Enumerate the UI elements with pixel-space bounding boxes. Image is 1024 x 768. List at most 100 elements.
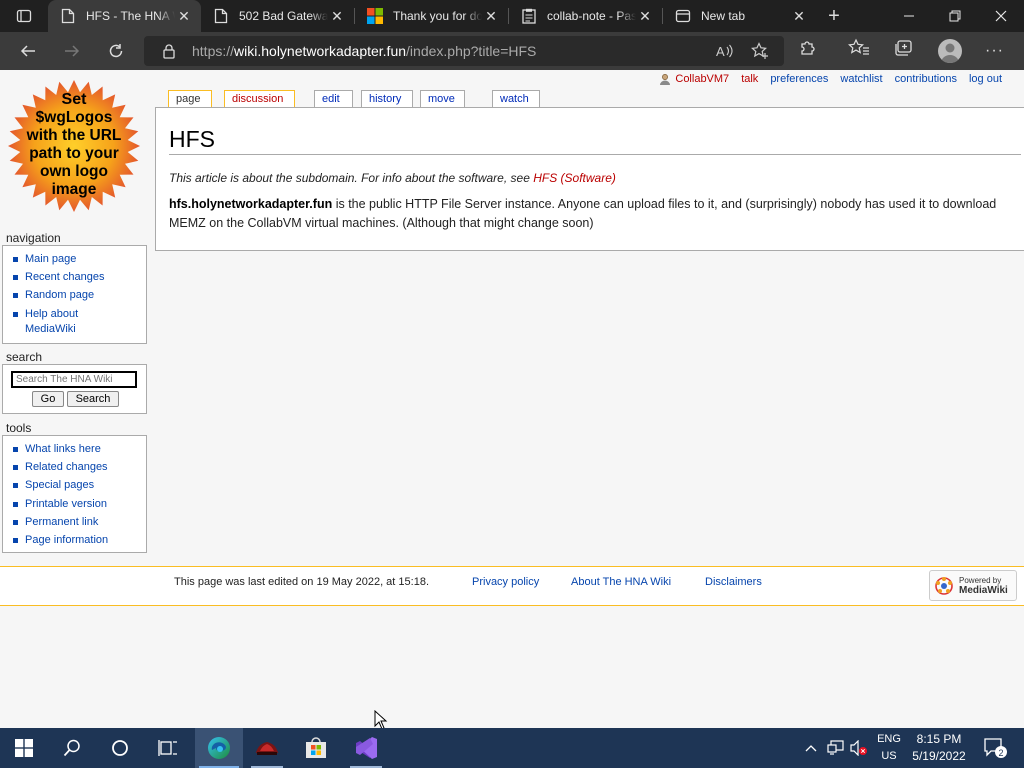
logo-line: image bbox=[52, 181, 97, 198]
contributions-link[interactable]: contributions bbox=[895, 73, 957, 85]
tool-page-information[interactable]: Page information bbox=[3, 531, 146, 549]
browser-tab-active[interactable]: HFS - The HNA Wiki ✕ bbox=[48, 0, 201, 32]
tab-history[interactable]: history bbox=[361, 90, 413, 107]
navigation-heading: navigation bbox=[6, 231, 61, 245]
add-favorite-icon[interactable] bbox=[751, 42, 769, 60]
article-paragraph: hfs.holynetworkadapter.fun is the public… bbox=[169, 195, 1019, 233]
network-tray-button[interactable] bbox=[824, 728, 848, 768]
new-tab-page-icon bbox=[675, 8, 691, 24]
search-taskbar-button[interactable] bbox=[48, 728, 96, 768]
close-tab-icon[interactable]: ✕ bbox=[328, 8, 346, 25]
network-icon bbox=[827, 740, 844, 755]
forward-button[interactable] bbox=[50, 32, 94, 70]
lock-icon[interactable] bbox=[162, 43, 176, 59]
plus-icon: + bbox=[828, 4, 840, 27]
logout-link[interactable]: log out bbox=[969, 73, 1002, 85]
cortana-icon bbox=[112, 740, 128, 756]
refresh-button[interactable] bbox=[94, 32, 138, 70]
nav-help-about-mediawiki[interactable]: Help about MediaWiki bbox=[3, 305, 146, 337]
privacy-policy-link[interactable]: Privacy policy bbox=[472, 576, 539, 588]
tool-permanent-link[interactable]: Permanent link bbox=[3, 513, 146, 531]
nav-help-line1: Help about bbox=[25, 307, 79, 320]
close-tab-icon[interactable]: ✕ bbox=[175, 8, 193, 25]
favorites-button[interactable] bbox=[848, 38, 870, 63]
tool-related-changes[interactable]: Related changes bbox=[3, 458, 146, 476]
back-button[interactable] bbox=[6, 32, 50, 70]
app-taskbar-button[interactable] bbox=[243, 728, 291, 768]
restore-button[interactable] bbox=[932, 0, 978, 32]
go-button[interactable]: Go bbox=[32, 391, 64, 407]
notifications-icon: 2 bbox=[984, 738, 1007, 758]
search-input[interactable] bbox=[11, 371, 137, 388]
start-button[interactable] bbox=[0, 728, 48, 768]
tab-watch[interactable]: watch bbox=[492, 90, 540, 107]
url-text: https://wiki.holynetworkadapter.fun/inde… bbox=[192, 43, 536, 59]
language-code: ENG bbox=[877, 733, 901, 745]
url-scheme: https:// bbox=[192, 43, 235, 59]
preferences-link[interactable]: preferences bbox=[770, 73, 828, 85]
close-icon bbox=[995, 10, 1007, 22]
address-bar[interactable]: https://wiki.holynetworkadapter.fun/inde… bbox=[144, 36, 784, 66]
browser-tab[interactable]: Thank you for downloading ✕ bbox=[355, 0, 508, 32]
search-portlet: Go Search bbox=[2, 364, 147, 414]
tab-discussion[interactable]: discussion bbox=[224, 90, 295, 107]
tool-what-links-here[interactable]: What links here bbox=[3, 440, 146, 458]
disclaimers-link[interactable]: Disclaimers bbox=[705, 576, 762, 588]
tab-edit[interactable]: edit bbox=[314, 90, 353, 107]
svg-text:A: A bbox=[716, 44, 725, 59]
settings-more-button[interactable]: ··· bbox=[985, 42, 1004, 60]
extensions-button[interactable] bbox=[798, 38, 818, 63]
nav-main-page[interactable]: Main page bbox=[3, 250, 146, 268]
show-hidden-icons-button[interactable] bbox=[802, 728, 820, 768]
browser-tab[interactable]: New tab ✕ bbox=[663, 0, 816, 32]
search-icon bbox=[63, 739, 80, 757]
new-tab-button[interactable]: + bbox=[816, 0, 852, 32]
clock-time: 8:15 PM bbox=[916, 732, 962, 746]
browser-tab[interactable]: 502 Bad Gateway ✕ bbox=[201, 0, 354, 32]
nav-help-line2: MediaWiki bbox=[25, 322, 76, 335]
user-page-link[interactable]: CollabVM7 bbox=[659, 73, 729, 85]
favorites-star-icon bbox=[848, 38, 869, 55]
powered-by-text: Powered by MediaWiki bbox=[959, 576, 1008, 596]
tool-special-pages[interactable]: Special pages bbox=[3, 476, 146, 494]
url-path: /index.php?title=HFS bbox=[406, 43, 537, 59]
windows-logo-icon bbox=[15, 739, 33, 757]
browser-tab[interactable]: collab-note - Pastebin ✕ bbox=[509, 0, 662, 32]
edge-taskbar-button[interactable] bbox=[195, 728, 243, 768]
microsoft-store-icon bbox=[306, 737, 326, 758]
input-language-indicator[interactable]: ENG US bbox=[872, 731, 906, 765]
close-window-button[interactable] bbox=[978, 0, 1024, 32]
volume-tray-button[interactable] bbox=[848, 728, 870, 768]
watchlist-link[interactable]: watchlist bbox=[840, 73, 882, 85]
minimize-button[interactable] bbox=[886, 0, 932, 32]
taskbar-clock[interactable]: 8:15 PM 5/19/2022 bbox=[906, 731, 972, 765]
store-taskbar-button[interactable] bbox=[292, 728, 340, 768]
tab-title: collab-note - Pastebin bbox=[547, 9, 636, 23]
close-tab-icon[interactable]: ✕ bbox=[790, 8, 808, 25]
nav-recent-changes[interactable]: Recent changes bbox=[3, 268, 146, 286]
action-center-button[interactable]: 2 bbox=[978, 728, 1012, 768]
edge-browser-icon bbox=[208, 737, 230, 759]
nav-random-page[interactable]: Random page bbox=[3, 286, 146, 304]
profile-avatar[interactable] bbox=[938, 39, 962, 63]
visual-studio-taskbar-button[interactable] bbox=[342, 728, 390, 768]
tools-heading: tools bbox=[6, 421, 32, 435]
powered-by-mediawiki-badge[interactable]: Powered by MediaWiki bbox=[929, 570, 1017, 601]
read-aloud-icon[interactable]: A bbox=[716, 43, 734, 59]
talk-link[interactable]: talk bbox=[741, 73, 758, 85]
close-tab-icon[interactable]: ✕ bbox=[482, 8, 500, 25]
collections-icon bbox=[895, 40, 912, 56]
tab-move[interactable]: move bbox=[420, 90, 465, 107]
tab-page[interactable]: page bbox=[168, 90, 212, 108]
search-button[interactable]: Search bbox=[67, 391, 119, 407]
tab-actions-button[interactable] bbox=[0, 0, 48, 32]
collections-button[interactable] bbox=[893, 38, 915, 63]
logo-line: with the URL bbox=[26, 127, 122, 144]
tool-printable-version[interactable]: Printable version bbox=[3, 495, 146, 513]
cortana-button[interactable] bbox=[96, 728, 144, 768]
hfs-software-link[interactable]: HFS (Software) bbox=[533, 171, 616, 185]
close-tab-icon[interactable]: ✕ bbox=[636, 8, 654, 25]
site-logo[interactable]: Set $wgLogos with the URL path to your o… bbox=[6, 78, 142, 214]
about-link[interactable]: About The HNA Wiki bbox=[571, 576, 671, 588]
task-view-button[interactable] bbox=[144, 728, 192, 768]
